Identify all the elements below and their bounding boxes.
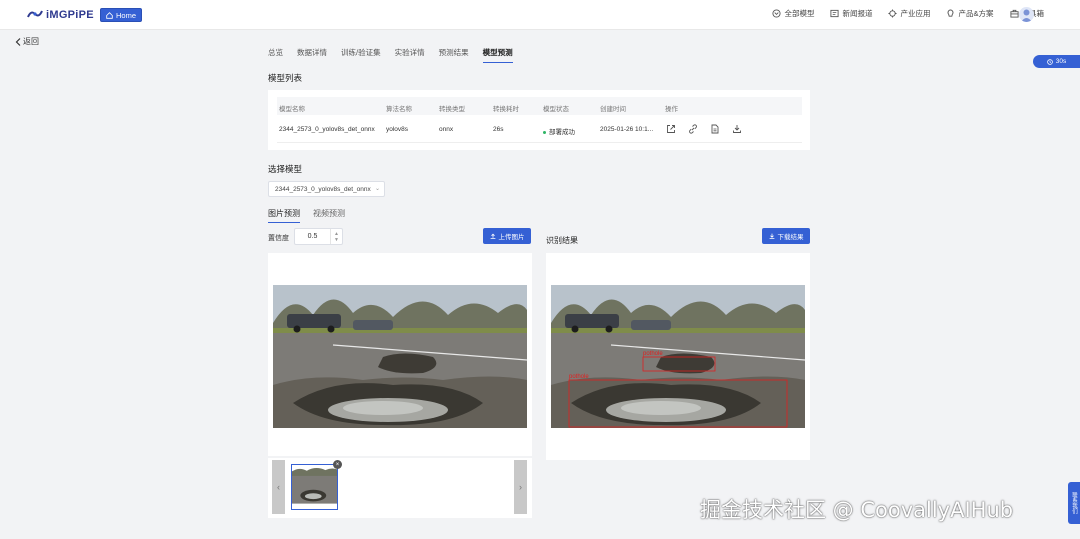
select-model-title: 选择模型 (268, 164, 303, 174)
column-header: 创建时间 (600, 106, 626, 113)
link-icon[interactable] (688, 124, 698, 134)
tab-overview[interactable]: 总览 (268, 47, 283, 63)
prev-arrow-button[interactable]: ‹ (272, 460, 285, 514)
algorithm-cell: yolov8s (386, 126, 409, 133)
nav-all-models[interactable]: 全部模型 (772, 8, 814, 19)
download-label: 下载结果 (777, 234, 804, 241)
chevron-down-icon[interactable]: ▼ (334, 237, 339, 243)
model-list-title: 模型列表 (268, 73, 303, 83)
download-icon[interactable] (732, 124, 742, 134)
convert-time-cell: 26s (493, 126, 504, 133)
tab-data-details[interactable]: 数据详情 (297, 47, 327, 63)
detail-tabs: 总览 数据详情 训练/验证集 实验详情 预测结果 模型预测 (268, 47, 513, 63)
timer-badge[interactable]: 30s (1033, 55, 1080, 68)
thumbnail-image (292, 465, 337, 509)
clock-icon (1046, 58, 1053, 65)
detection-label: pothole (569, 374, 589, 380)
column-header: 算法名称 (386, 106, 412, 113)
table-header: 模型名称 算法名称 转换类型 转换耗时 模型状态 创建时间 操作 (277, 97, 802, 115)
status-cell: 部署成功 (543, 126, 575, 136)
chevron-down-icon: ⌄ (374, 186, 380, 192)
confidence-label: 置信度 (268, 235, 289, 242)
model-icon (772, 9, 782, 18)
convert-type-cell: onnx (439, 126, 454, 133)
column-header: 模型状态 (543, 106, 569, 113)
confidence-value: 0.5 (307, 233, 318, 240)
input-photo (273, 285, 527, 428)
model-select[interactable]: 2344_2573_0_yolov8s_det_onnx ⌄ (268, 181, 385, 197)
avatar[interactable] (1019, 7, 1034, 22)
tab-prediction-results[interactable]: 预测结果 (439, 47, 469, 63)
download-result-button[interactable]: 下载结果 (762, 228, 810, 244)
result-title: 识别结果 (546, 236, 578, 245)
model-select-value: 2344_2573_0_yolov8s_det_onnx (275, 185, 371, 193)
thumbnail-selected[interactable] (291, 464, 338, 510)
nav-label: 全部模型 (784, 9, 815, 18)
home-label: Home (116, 10, 137, 20)
model-table: 模型名称 算法名称 转换类型 转换耗时 模型状态 创建时间 操作 2344_25… (268, 90, 810, 150)
chevron-left-icon (15, 37, 21, 46)
tab-train-val-set[interactable]: 训练/验证集 (341, 47, 381, 63)
side-tab-label: 联系我们 (1071, 492, 1077, 514)
back-label: 返回 (23, 37, 39, 46)
model-name-cell: 2344_2573_0_yolov8s_det_onnx (279, 126, 375, 133)
confidence-stepper[interactable]: 0.5 ▲ ▼ (294, 228, 343, 245)
top-nav-links: 全部模型 新闻报道 产业应用 产品&方案 工具箱 (772, 8, 1044, 19)
nav-label: 产业应用 (900, 9, 931, 18)
row-actions (666, 124, 742, 134)
toolbox-icon (1009, 9, 1019, 18)
nav-label: 产品&方案 (958, 9, 994, 18)
detection-label: pothole (643, 351, 663, 357)
tab-video-prediction[interactable]: 视频预测 (313, 208, 345, 223)
nav-industry[interactable]: 产业应用 (888, 8, 930, 19)
nav-products[interactable]: 产品&方案 (946, 8, 994, 19)
open-external-icon[interactable] (666, 124, 676, 134)
created-cell: 2025-01-26 10:1... (600, 126, 654, 133)
tab-model-prediction[interactable]: 模型预测 (482, 47, 513, 63)
status-dot (543, 130, 546, 134)
detection-photo: pothole pothole (551, 285, 805, 428)
nav-news[interactable]: 新闻报道 (830, 8, 872, 19)
timer-label: 30s (1055, 58, 1067, 65)
chevron-down-icon[interactable]: ⌄ (1038, 11, 1044, 19)
upload-label: 上传图片 (498, 234, 525, 241)
top-navbar: iMGPiPE Home 全部模型 新闻报道 产业应用 产品&方案 工具箱 ⌄ (0, 0, 1080, 30)
prediction-mode-tabs: 图片预测 视频预测 (268, 208, 345, 223)
logo-text: iMGPiPE (46, 8, 94, 21)
stepper-arrows[interactable]: ▲ ▼ (330, 229, 342, 244)
pothole-photo (273, 285, 527, 428)
close-icon[interactable]: × (333, 460, 342, 469)
next-arrow-button[interactable]: › (514, 460, 527, 514)
watermark: 掘金技术社区 @ CoovallyAIHub (700, 498, 1014, 522)
tab-experiment-details[interactable]: 实验详情 (395, 47, 425, 63)
status-text: 部署成功 (549, 129, 575, 136)
nav-label: 新闻报道 (842, 9, 873, 18)
news-icon (830, 9, 840, 18)
logo-icon (27, 10, 43, 18)
column-header: 转换耗时 (493, 106, 519, 113)
column-header: 模型名称 (279, 106, 305, 113)
upload-icon (490, 233, 495, 239)
download-icon (769, 233, 774, 239)
document-icon[interactable] (710, 124, 720, 134)
contact-side-tab[interactable]: 联系我们 (1068, 482, 1080, 524)
upload-image-button[interactable]: 上传图片 (483, 228, 531, 244)
user-icon (1021, 9, 1032, 22)
thumbnail-strip: ‹ › (268, 458, 532, 518)
tab-image-prediction[interactable]: 图片预测 (268, 208, 300, 223)
chevron-left-icon: ‹ (277, 482, 280, 492)
home-button[interactable]: Home (100, 8, 143, 22)
column-header: 转换类型 (439, 106, 465, 113)
product-icon (948, 9, 954, 17)
industry-icon (888, 9, 898, 18)
home-icon (106, 11, 113, 19)
column-header: 操作 (665, 106, 678, 113)
result-photo: pothole pothole (551, 285, 805, 428)
logo[interactable]: iMGPiPE (27, 8, 94, 21)
back-link[interactable]: 返回 (15, 36, 39, 47)
row-divider (277, 142, 802, 143)
chevron-right-icon: › (519, 482, 522, 492)
